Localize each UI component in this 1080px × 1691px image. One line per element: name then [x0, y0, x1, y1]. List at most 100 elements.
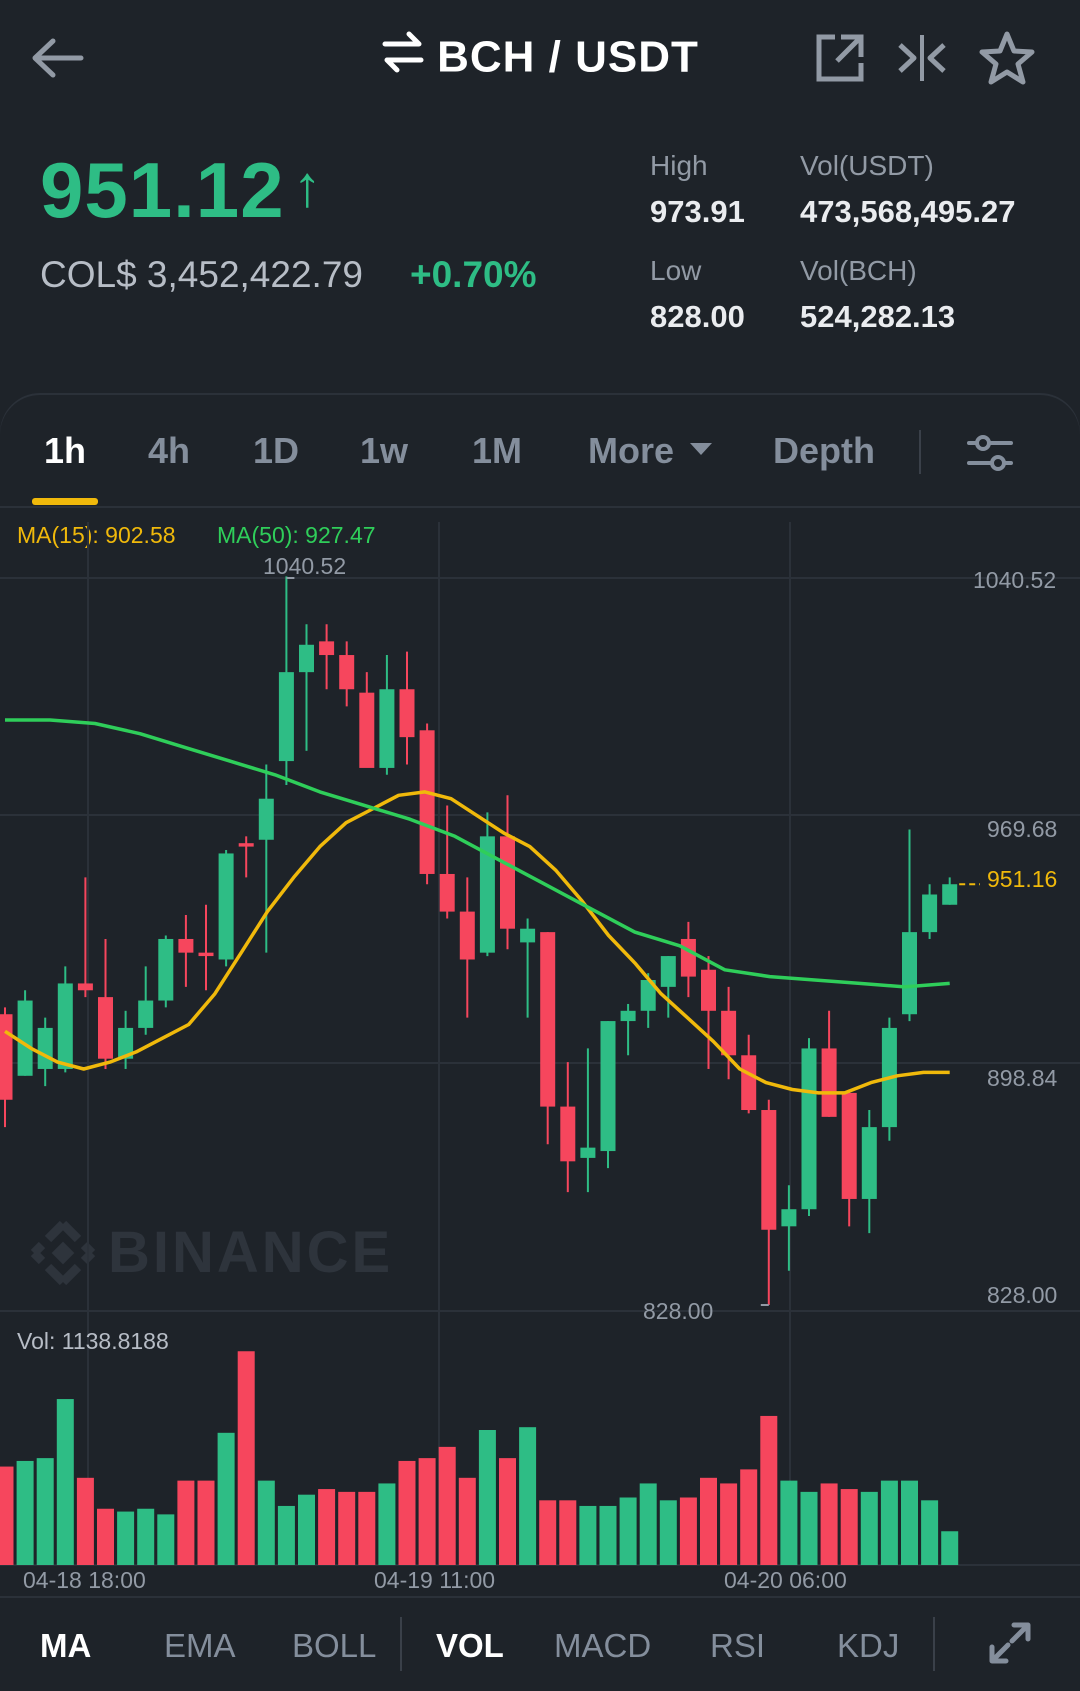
tab-more-label: More — [588, 430, 675, 471]
compare-button[interactable] — [892, 28, 952, 88]
candle-body — [439, 873, 455, 912]
sliders-icon — [967, 435, 1013, 471]
ma50-line — [5, 718, 950, 989]
x-tick-label: 04-20 06:00 — [724, 1567, 847, 1593]
volume-bar — [760, 1415, 778, 1565]
volume-bar — [499, 1458, 516, 1565]
candle-body — [299, 644, 314, 673]
tab-4h[interactable]: 4h — [148, 430, 190, 472]
fullscreen-button[interactable] — [985, 1618, 1035, 1668]
candle-body — [278, 672, 294, 762]
indicator-kdj[interactable]: KDJ — [837, 1627, 899, 1665]
volume-bar — [338, 1491, 356, 1565]
candle-body — [701, 969, 716, 1011]
candle-body — [680, 938, 696, 977]
indicator-macd[interactable]: MACD — [554, 1627, 651, 1665]
volume-bar — [318, 1489, 336, 1565]
volume-bar — [16, 1460, 34, 1565]
candle-body — [580, 1147, 596, 1158]
volume-bar — [0, 1466, 14, 1565]
tab-1w[interactable]: 1w — [360, 430, 408, 472]
tab-1h[interactable]: 1h — [44, 430, 86, 472]
y-tick-label: 828.00 — [987, 1282, 1058, 1308]
volume-bar — [860, 1491, 878, 1565]
chart-settings-button[interactable] — [960, 425, 1020, 481]
volume-bar — [197, 1480, 215, 1565]
candle-body — [660, 956, 676, 987]
candle-body — [540, 932, 556, 1107]
candle-body — [17, 1000, 33, 1076]
volume-bar — [56, 1399, 74, 1565]
up-arrow-icon: ↑ — [292, 154, 323, 219]
volume-bar — [700, 1477, 717, 1565]
volume-bar — [679, 1497, 697, 1565]
volume-bar — [720, 1483, 738, 1565]
fiat-price: COL$ 3,452,422.79 — [40, 254, 363, 295]
indicator-ema[interactable]: EMA — [164, 1627, 236, 1665]
volume-bar — [76, 1477, 94, 1565]
low-label: Low — [650, 255, 702, 286]
indicator-ma[interactable]: MA — [40, 1627, 91, 1665]
volume-bar — [880, 1480, 898, 1565]
volume-bar — [137, 1508, 155, 1565]
y-tick-label: 969.68 — [987, 816, 1058, 842]
tab-more[interactable]: More — [588, 430, 713, 472]
volume-bar — [901, 1480, 918, 1565]
volume-bar — [177, 1480, 195, 1565]
volume-bar — [559, 1500, 577, 1565]
candle-body — [721, 1010, 737, 1056]
volume-bar — [257, 1480, 275, 1565]
candle-body — [57, 983, 73, 1069]
low-value: 828.00 — [650, 299, 745, 334]
candle-body — [238, 843, 254, 847]
indicator-rsi[interactable]: RSI — [710, 1627, 765, 1665]
candle-body — [942, 884, 958, 905]
volume-bar — [478, 1430, 496, 1565]
volume-bar — [217, 1432, 235, 1565]
candle-body — [399, 689, 415, 738]
share-button[interactable] — [810, 28, 870, 88]
volume-legend: Vol: 1138.8188 — [17, 1328, 169, 1354]
candle-body — [37, 1027, 53, 1069]
candle-body — [319, 641, 335, 656]
indicator-vol[interactable]: VOL — [436, 1627, 504, 1665]
indicator-boll[interactable]: BOLL — [292, 1627, 376, 1665]
candle-body — [620, 1010, 636, 1022]
candlestick-chart[interactable] — [0, 506, 1080, 1596]
ma15-line — [4, 790, 950, 1095]
candle-body — [158, 938, 174, 1001]
caret-down-icon — [690, 443, 713, 456]
expand-icon — [989, 1622, 1031, 1664]
volume-bar — [298, 1494, 315, 1565]
volume-bar — [157, 1514, 175, 1565]
tab-depth[interactable]: Depth — [773, 430, 875, 472]
volume-bar — [277, 1505, 295, 1565]
tab-1d[interactable]: 1D — [253, 430, 299, 472]
candle-body — [761, 1110, 777, 1230]
volume-bar — [840, 1489, 858, 1565]
volume-bar — [639, 1483, 657, 1565]
high-label: High — [650, 150, 708, 181]
candle-body — [379, 689, 395, 768]
volume-bar — [418, 1458, 436, 1565]
volume-bar — [458, 1477, 476, 1565]
star-icon — [979, 31, 1035, 85]
high-value: 973.91 — [650, 194, 745, 229]
candle-body — [560, 1106, 576, 1162]
candle-body — [520, 928, 536, 943]
candle-body — [77, 983, 93, 991]
volume-bar — [921, 1500, 939, 1565]
vol-quote-label: Vol(USDT) — [800, 150, 934, 181]
candle-body — [419, 730, 435, 874]
pair-title: BCH / USDT — [437, 32, 699, 82]
tab-separator — [919, 430, 921, 474]
last-price: 951.12 ↑ — [40, 145, 323, 236]
candle-body — [258, 798, 274, 840]
x-tick-label: 04-18 18:00 — [23, 1567, 146, 1593]
tab-1m[interactable]: 1M — [472, 430, 522, 472]
candle-body — [902, 932, 917, 1015]
active-tab-indicator — [32, 498, 98, 505]
vol-base-label: Vol(BCH) — [800, 255, 917, 286]
favorite-button[interactable] — [975, 26, 1039, 90]
volume-bar — [659, 1500, 677, 1565]
